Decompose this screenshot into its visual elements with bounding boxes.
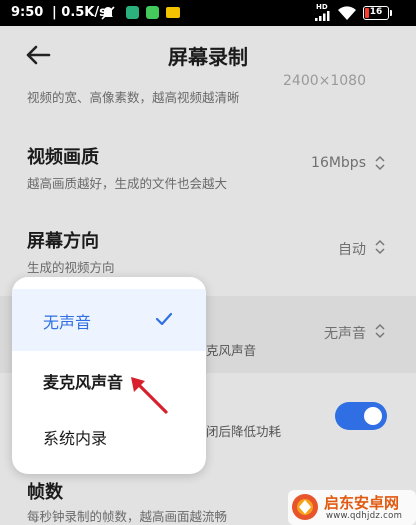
- toggle-knob: [364, 407, 382, 425]
- setting-resolution[interactable]: 视频的宽、高像素数，越高视频越清晰 2400×1080: [0, 73, 416, 116]
- menu-option-label: 麦克风声音: [43, 373, 124, 392]
- chevron-updown-icon: [375, 239, 385, 255]
- check-icon: [155, 312, 173, 326]
- status-network-speed: | 0.5K/s: [52, 5, 107, 20]
- power-optimize-toggle[interactable]: [335, 402, 387, 430]
- frame-rate-desc: 每秒钟录制的帧数，越高画面越流畅: [27, 509, 228, 524]
- menu-option-no-sound[interactable]: 无声音: [12, 289, 206, 351]
- app-badge-green-download: [146, 6, 159, 19]
- video-quality-desc: 越高画质越好，生成的文件也会越大: [27, 176, 228, 191]
- watermark-logo: 启东安卓网 www.qdhjdz.com: [288, 490, 416, 525]
- menu-option-label: 无声音: [43, 313, 92, 332]
- mute-icon: [101, 6, 115, 20]
- power-optimize-desc: 闭后降低功耗: [206, 424, 282, 439]
- menu-option-microphone[interactable]: 麦克风声音: [12, 349, 206, 411]
- screen-orientation-value: 自动: [338, 242, 366, 258]
- resolution-desc: 视频的宽、高像素数，越高视频越清晰: [27, 90, 240, 105]
- video-quality-title: 视频画质: [27, 147, 99, 168]
- watermark-emblem-icon: [292, 494, 318, 520]
- menu-option-label: 系统内录: [43, 429, 108, 448]
- page-title: 屏幕录制: [168, 45, 248, 69]
- sound-source-desc: 克风声音: [206, 343, 257, 358]
- resolution-value: 2400×1080: [283, 73, 366, 89]
- video-quality-value: 16Mbps: [311, 155, 366, 171]
- status-bar: 9:50 | 0.5K/s HD 16: [0, 0, 416, 26]
- chevron-updown-icon: [375, 323, 385, 339]
- sound-source-value: 无声音: [324, 326, 366, 342]
- battery-percent: 16: [369, 7, 383, 17]
- frame-rate-title: 帧数: [27, 482, 63, 503]
- watermark-title: 启东安卓网: [324, 494, 400, 512]
- signal-icon: [315, 11, 330, 21]
- status-time: 9:50: [11, 5, 44, 20]
- battery-icon: 16: [363, 6, 392, 20]
- menu-option-system-audio[interactable]: 系统内录: [12, 405, 206, 467]
- sim-badge: [166, 7, 180, 18]
- sound-source-menu: 无声音 麦克风声音 系统内录: [12, 277, 206, 474]
- watermark-url: www.qdhjdz.com: [326, 511, 403, 521]
- chevron-updown-icon: [375, 155, 385, 171]
- setting-screen-orientation[interactable]: 屏幕方向 生成的视频方向 自动: [0, 222, 416, 282]
- screen-orientation-desc: 生成的视频方向: [27, 260, 115, 275]
- app-badge-green: [126, 6, 139, 19]
- screen-orientation-title: 屏幕方向: [27, 231, 99, 252]
- wifi-icon: [338, 6, 356, 20]
- setting-video-quality[interactable]: 视频画质 越高画质越好，生成的文件也会越大 16Mbps: [0, 138, 416, 198]
- hd-badge: HD: [316, 3, 328, 11]
